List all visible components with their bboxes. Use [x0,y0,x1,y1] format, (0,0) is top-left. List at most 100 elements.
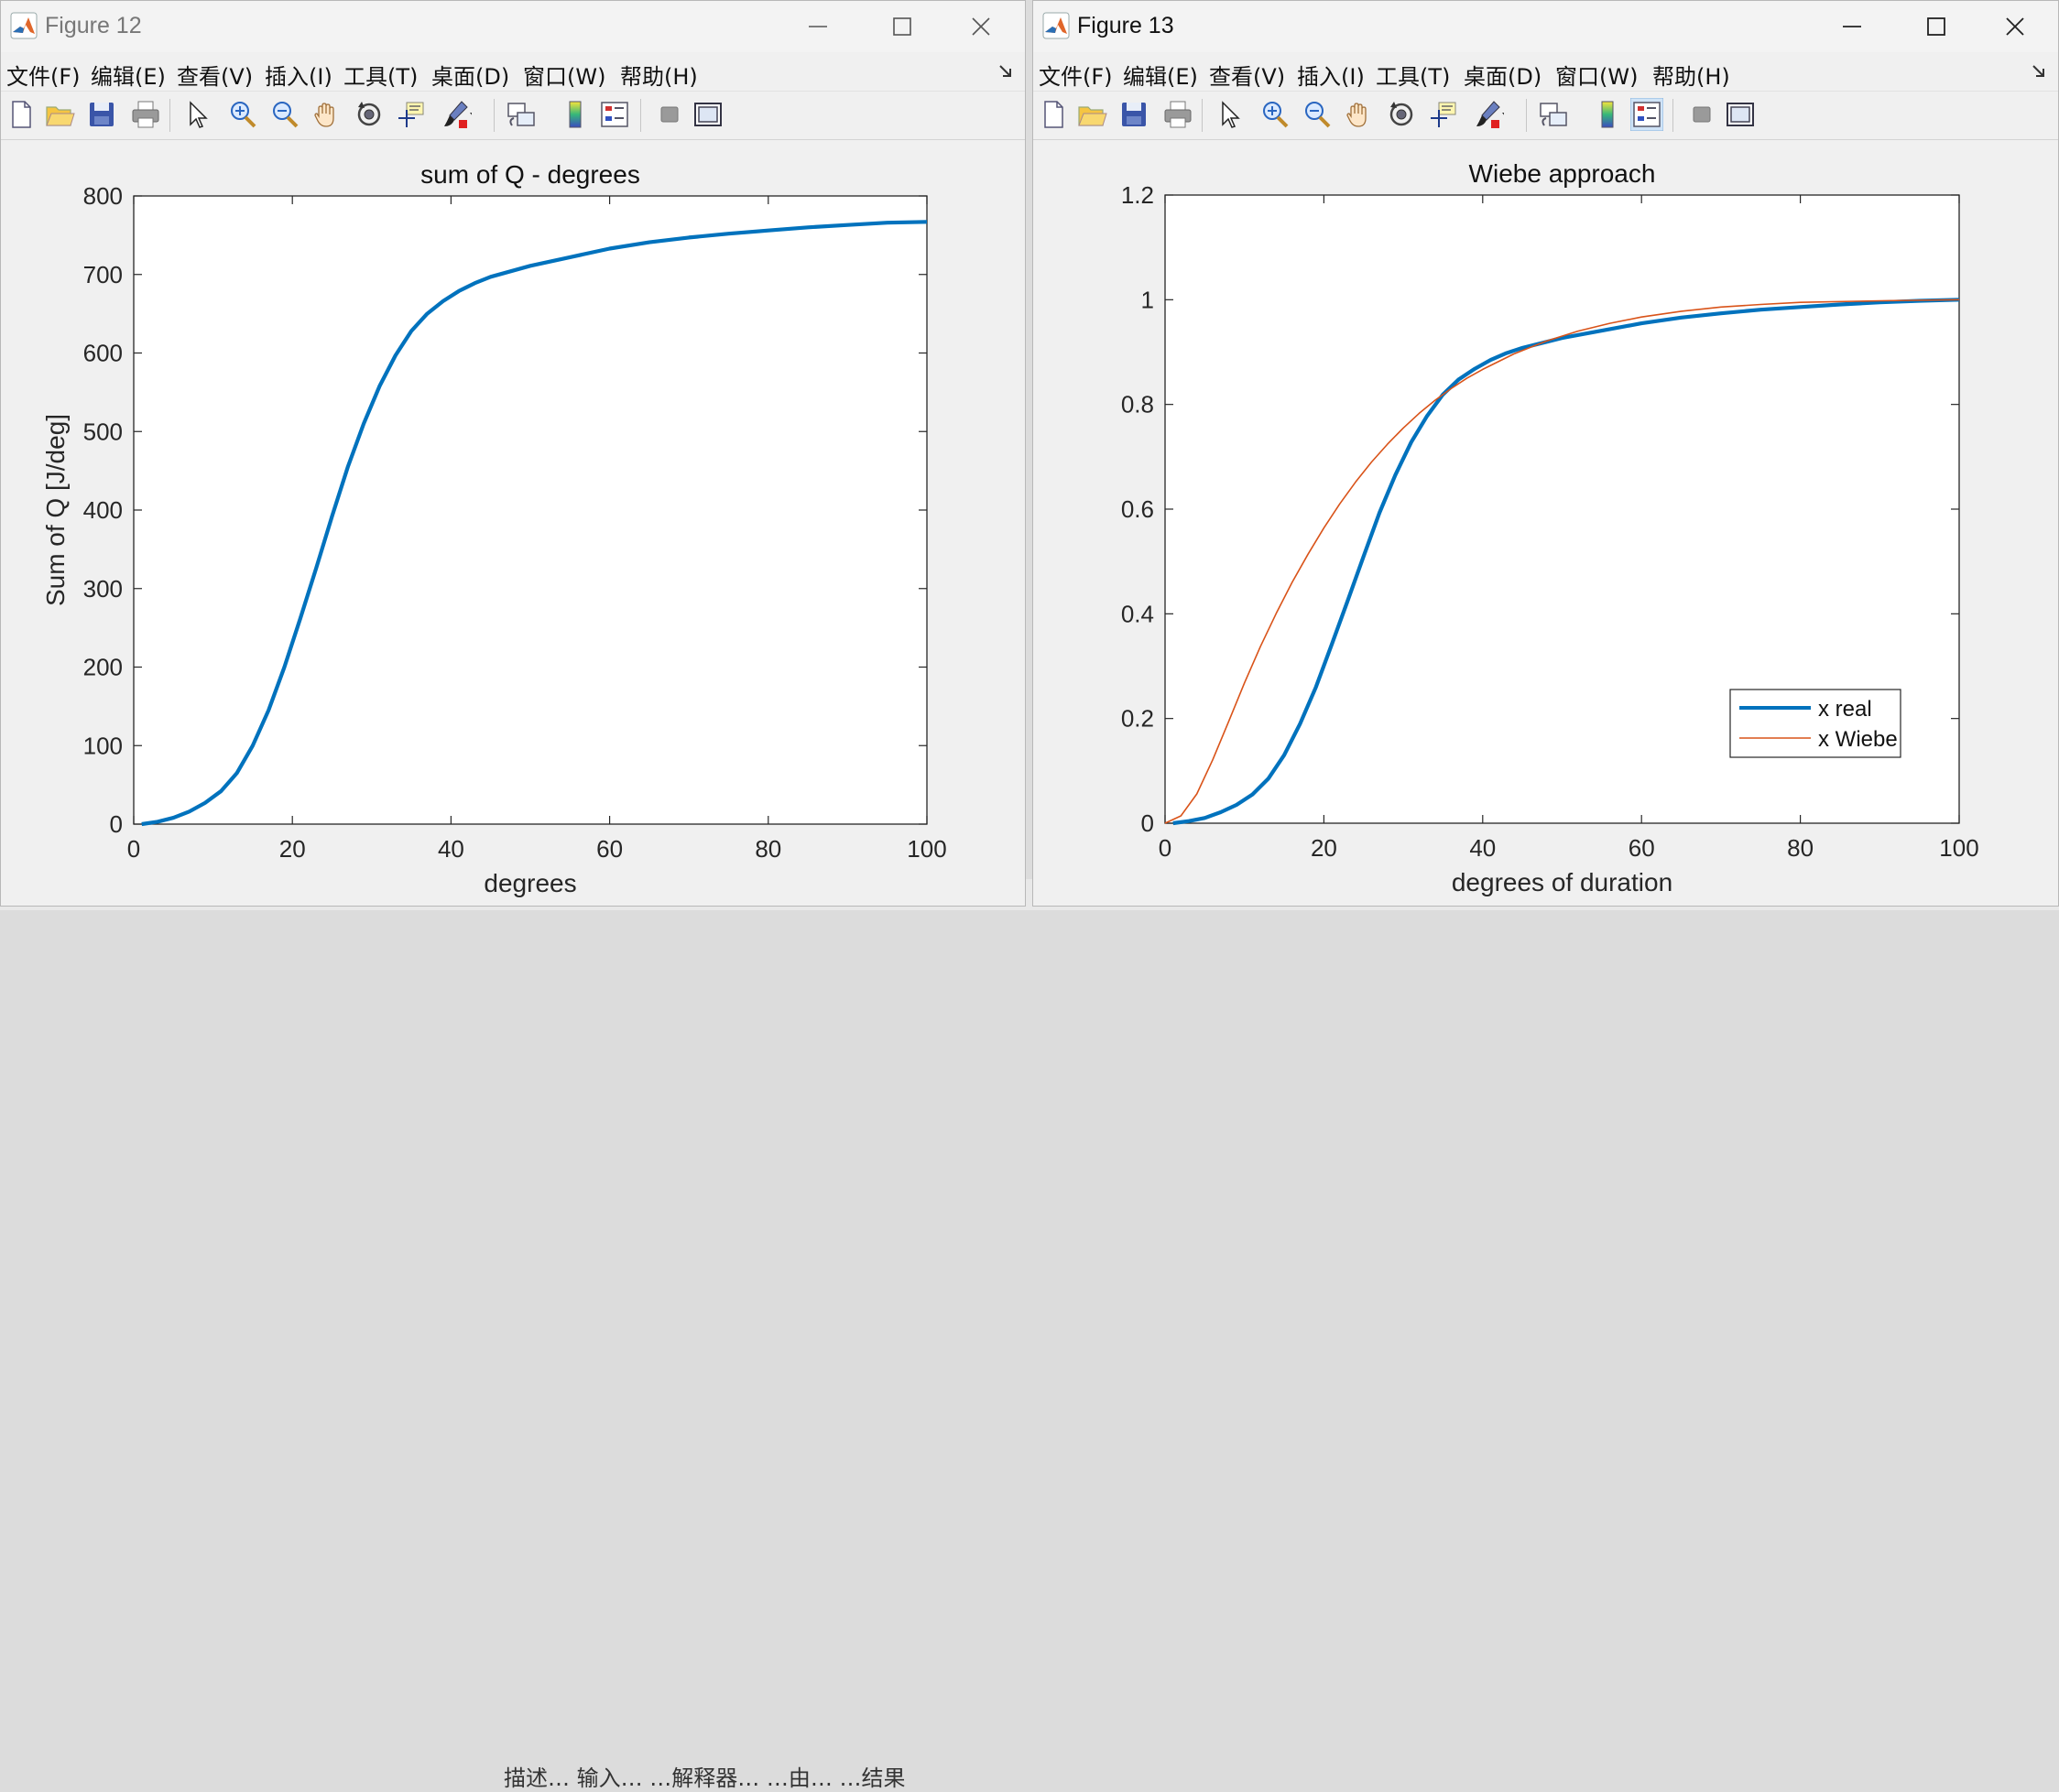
y-tick-label: 0.6 [1121,495,1154,523]
open-file-icon[interactable] [43,98,76,131]
background-text: 描述… 输入… …解释器… …由… …结果 [504,1765,906,1791]
legend-icon[interactable] [1630,98,1663,131]
menu-help[interactable]: 帮助(H) [1652,59,1730,91]
print-icon[interactable] [1161,98,1194,131]
link-plot-icon[interactable] [505,98,538,131]
menu-tools[interactable]: 工具(T) [1376,59,1450,91]
save-icon[interactable] [1117,98,1150,131]
brush-icon[interactable] [1471,98,1504,131]
close-button[interactable] [939,1,1023,52]
minimize-button[interactable] [1810,1,1894,52]
toolbar-separator [1672,99,1673,132]
menu-bar: 文件(F) 编辑(E) 查看(V) 插入(I) 工具(T) 桌面(D) 窗口(W… [1033,53,2058,90]
menu-view[interactable]: 查看(V) [1209,59,1285,91]
y-axis-label: Sum of Q [J/deg] [41,414,70,606]
new-figure-icon[interactable] [5,98,38,131]
save-icon[interactable] [85,98,118,131]
figure-toolbar [1033,91,2058,140]
menu-desktop[interactable]: 桌面(D) [431,59,509,91]
y-tick-label: 500 [83,418,123,445]
maximize-button[interactable] [860,1,944,52]
toolbar-separator [1526,99,1527,132]
y-tick-label: 300 [83,575,123,603]
y-tick-label: 1 [1141,286,1154,313]
zoom-in-icon[interactable] [226,98,259,131]
figure-13-window[interactable]: Figure 13 文件(F) 编辑(E) 查看(V) 插入(I) 工具(T) … [1032,0,2059,907]
zoom-out-icon[interactable] [1301,98,1334,131]
colorbar-icon[interactable] [1592,98,1625,131]
x-axis-label: degrees of duration [1452,868,1672,896]
menu-file[interactable]: 文件(F) [6,59,81,91]
title-bar[interactable]: Figure 12 [1,1,1025,52]
zoom-out-icon[interactable] [268,98,301,131]
menu-edit[interactable]: 编辑(E) [91,59,166,91]
menu-desktop[interactable]: 桌面(D) [1464,59,1542,91]
minimize-button[interactable] [776,1,860,52]
y-tick-label: 0 [1141,809,1154,837]
menu-window[interactable]: 窗口(W) [523,59,605,91]
minimize-icon [1843,26,1861,27]
maximize-button[interactable] [1894,1,1978,52]
y-tick-label: 1.2 [1121,181,1154,209]
y-tick-label: 0.8 [1121,391,1154,418]
title-bar[interactable]: Figure 13 [1033,1,2058,52]
window-title: Figure 13 [1077,13,1174,38]
menu-window[interactable]: 窗口(W) [1555,59,1638,91]
x-tick-label: 20 [1311,834,1337,862]
x-axis-label: degrees [484,869,576,897]
matlab-logo-icon [10,12,38,39]
x-tick-label: 80 [755,835,781,863]
chart-title: Wiebe approach [1469,159,1656,188]
figure-canvas: 0 20 40 60 80 100 0 100 200 300 400 500 600 700 800 sum… [1,140,1025,906]
x-tick-label: 20 [279,835,306,863]
close-icon [2006,17,2024,36]
close-button[interactable] [1973,1,2057,52]
colorbar-icon[interactable] [560,98,593,131]
new-figure-icon[interactable] [1037,98,1070,131]
show-plot-tools-icon[interactable] [692,98,724,131]
chart-title: sum of Q - degrees [420,160,640,189]
select-arrow-icon[interactable] [1213,98,1246,131]
figure-12-window[interactable]: Figure 12 文件(F) 编辑(E) 查看(V) 插入(I) 工具(T) … [0,0,1026,907]
menu-insert[interactable]: 插入(I) [265,59,332,91]
menu-help[interactable]: 帮助(H) [620,59,698,91]
toolbar-separator [494,99,495,132]
pan-hand-icon[interactable] [1343,98,1376,131]
window-title: Figure 12 [45,13,142,38]
maximize-icon [1927,17,1945,36]
data-cursor-icon[interactable] [1427,98,1460,131]
legend-icon[interactable] [598,98,631,131]
data-cursor-icon[interactable] [395,98,428,131]
matlab-logo-icon [1042,12,1070,39]
show-plot-tools-icon[interactable] [1724,98,1757,131]
close-icon [972,17,990,36]
select-arrow-icon[interactable] [180,98,213,131]
link-plot-icon[interactable] [1537,98,1570,131]
menu-insert[interactable]: 插入(I) [1297,59,1365,91]
toolbar-separator [169,99,170,132]
legend[interactable]: x real x Wiebe [1729,689,1901,758]
rotate-3d-icon[interactable] [1385,98,1418,131]
legend-label-2: x Wiebe [1818,727,1898,752]
hide-plot-tools-icon[interactable] [653,98,686,131]
y-tick-label: 600 [83,340,123,367]
menu-view[interactable]: 查看(V) [177,59,253,91]
menu-bar: 文件(F) 编辑(E) 查看(V) 插入(I) 工具(T) 桌面(D) 窗口(W… [1,53,1025,90]
hide-plot-tools-icon[interactable] [1685,98,1718,131]
menu-edit[interactable]: 编辑(E) [1123,59,1198,91]
menu-file[interactable]: 文件(F) [1039,59,1113,91]
print-icon[interactable] [129,98,162,131]
menu-tools[interactable]: 工具(T) [343,59,418,91]
dock-arrow-icon[interactable] [997,62,1016,81]
dock-arrow-icon[interactable] [2031,62,2049,81]
toolbar-separator [1202,99,1203,132]
x-tick-label: 60 [1629,834,1655,862]
x-tick-label: 0 [127,835,140,863]
brush-icon[interactable] [439,98,472,131]
open-file-icon[interactable] [1075,98,1108,131]
x-tick-label: 0 [1159,834,1171,862]
rotate-3d-icon[interactable] [353,98,386,131]
x-tick-label: 60 [596,835,623,863]
zoom-in-icon[interactable] [1258,98,1291,131]
pan-hand-icon[interactable] [310,98,343,131]
